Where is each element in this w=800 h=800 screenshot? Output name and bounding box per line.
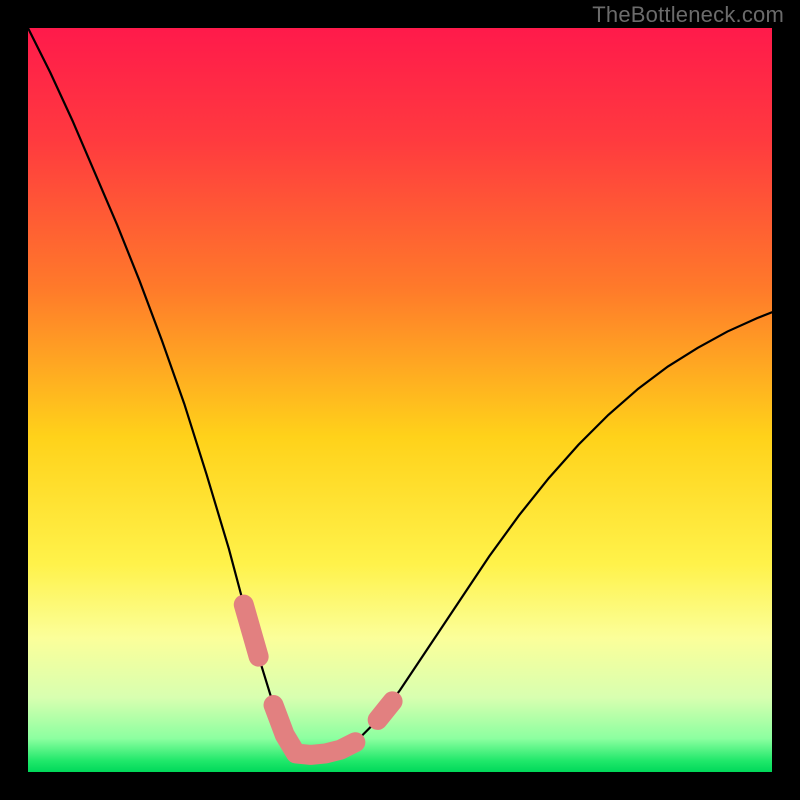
watermark-text: TheBottleneck.com bbox=[592, 2, 784, 28]
highlight-segment bbox=[378, 701, 393, 720]
chart-frame: TheBottleneck.com bbox=[0, 0, 800, 800]
plot-gradient-background bbox=[28, 28, 772, 772]
bottleneck-chart bbox=[0, 0, 800, 800]
